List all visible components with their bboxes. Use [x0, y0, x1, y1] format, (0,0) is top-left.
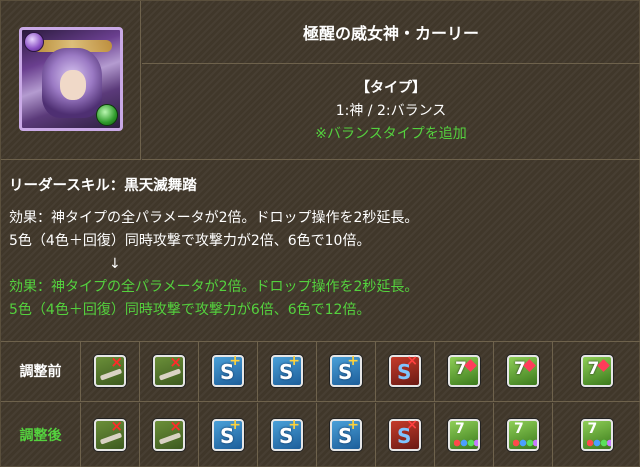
awakening-slot [199, 341, 258, 401]
main-attribute-orb-icon [24, 32, 44, 52]
leader-skill-heading: リーダースキル：黒天滅舞踏 [9, 178, 197, 194]
skill-bind-icon[interactable] [389, 353, 421, 387]
awakening-slot [553, 403, 640, 467]
type-title: 【タイプ】 [356, 80, 426, 96]
awakening-slot [494, 403, 553, 467]
leader-skill-section: リーダースキル：黒天滅舞踏 効果：神タイプの全パラメータが2倍。ドロップ操作を2… [1, 161, 640, 342]
awakening-slot [376, 341, 435, 401]
skill-boost-icon[interactable] [330, 353, 362, 387]
monster-detail-panel: 極醒の威女神・カーリー 【タイプ】 1:神 / 2:バランス ※バランスタイプを… [0, 0, 640, 467]
portrait-face [60, 70, 86, 100]
awakening-row-after: 調整後 [1, 403, 640, 467]
skill-bind-icon[interactable] [389, 417, 421, 451]
type-list: 1:神 / 2:バランス [335, 103, 447, 119]
awakening-after-label: 調整後 [1, 403, 81, 467]
leader-skill-before-line2: 5色（4色＋回復）同時攻撃で攻撃力が2倍、6色で10倍。 [9, 233, 371, 249]
time-extend-icon[interactable] [212, 417, 244, 451]
leader-skill-before-line1: 効果：神タイプの全パラメータが2倍。ドロップ操作を2秒延長。 [9, 210, 419, 226]
skill-boost-icon[interactable] [212, 353, 244, 387]
seven-combo-icon[interactable] [507, 355, 539, 387]
five-color-icon[interactable] [580, 419, 613, 451]
awakening-before-label: 調整前 [1, 341, 81, 401]
bind-resist-icon[interactable] [153, 417, 185, 451]
down-arrow-icon: ↓ [109, 256, 121, 272]
awakening-slot [553, 341, 640, 401]
monster-name: 極醒の威女神・カーリー [142, 1, 640, 64]
awakening-slot [317, 403, 376, 467]
awakening-slot [435, 341, 494, 401]
awakening-slot [81, 403, 140, 467]
type-note: ※バランスタイプを追加 [315, 126, 467, 142]
sub-attribute-orb-icon [96, 104, 118, 126]
leader-skill-after-line2: 5色（4色＋回復）同時攻撃で攻撃力が6倍、6色で12倍。 [9, 302, 371, 318]
awakening-row-before: 調整前 [1, 341, 640, 402]
skill-boost-icon[interactable] [271, 353, 303, 387]
awakening-slot [140, 403, 199, 467]
skill-boost-icon[interactable] [330, 417, 362, 451]
monster-portrait[interactable] [19, 27, 123, 131]
bind-resist-icon[interactable] [94, 353, 126, 387]
bind-resist-icon[interactable] [94, 417, 126, 451]
awakening-slot [199, 403, 258, 467]
bind-resist-icon[interactable] [153, 353, 185, 387]
awakening-slot [494, 341, 553, 401]
portrait-cell [1, 1, 141, 160]
five-color-icon[interactable] [507, 419, 539, 451]
awakening-slot [376, 403, 435, 467]
awakening-slot [81, 341, 140, 401]
awakening-slot [435, 403, 494, 467]
awakening-slot [258, 403, 317, 467]
type-info: 【タイプ】 1:神 / 2:バランス ※バランスタイプを追加 [142, 65, 640, 160]
seven-combo-icon[interactable] [580, 355, 613, 387]
awakening-slot [317, 341, 376, 401]
seven-combo-icon[interactable] [448, 355, 480, 387]
awakening-slot [258, 341, 317, 401]
five-color-icon[interactable] [448, 419, 480, 451]
leader-skill-after-line1: 効果：神タイプの全パラメータが2倍。ドロップ操作を2秒延長。 [9, 279, 419, 295]
time-extend-icon[interactable] [271, 417, 303, 451]
awakening-slot [140, 341, 199, 401]
